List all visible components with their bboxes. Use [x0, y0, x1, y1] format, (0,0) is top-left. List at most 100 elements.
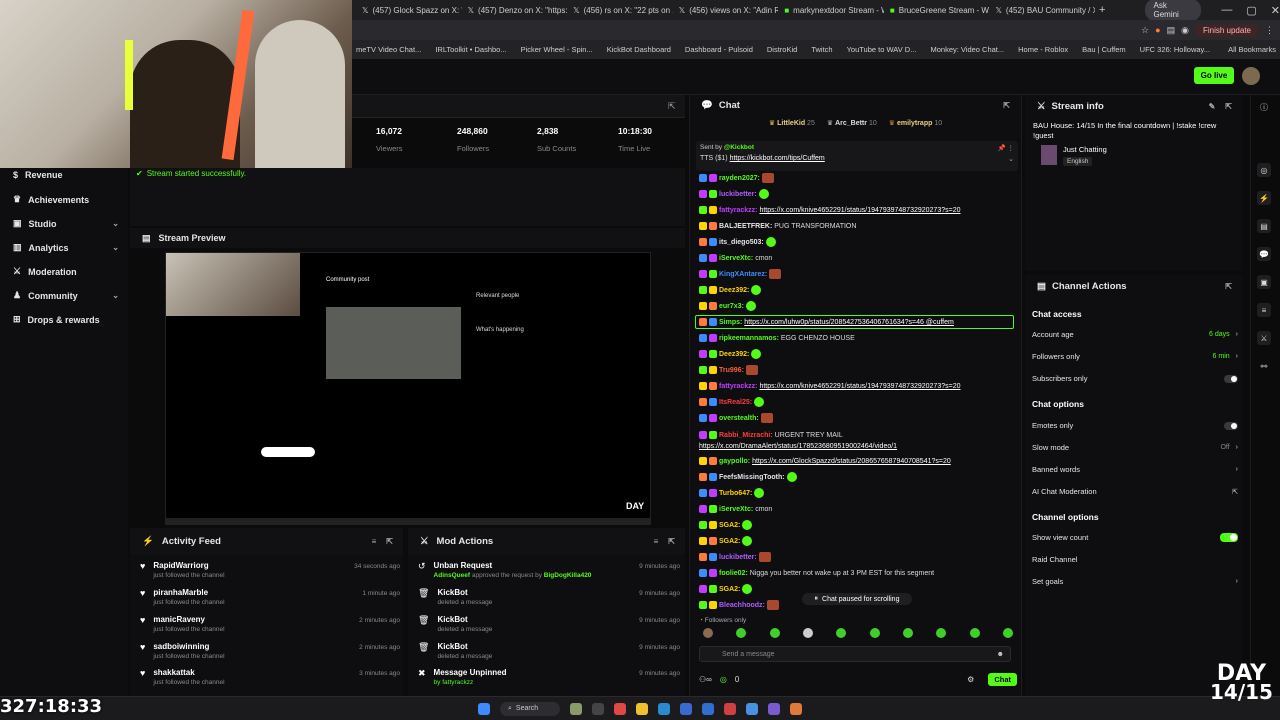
windows-start-icon[interactable] [478, 702, 490, 715]
info-icon[interactable]: ⓘ [1257, 100, 1271, 114]
browser-tab[interactable]: 𝕏(457) Denzo on X: "https://✕ [462, 1, 568, 19]
avatar[interactable] [1242, 67, 1260, 85]
chat-send-button[interactable]: Chat [988, 672, 1017, 686]
chat-message[interactable]: ItsReal25: [699, 397, 1017, 409]
chat-link[interactable]: https://x.com/DramaAlert/status/17852368… [699, 443, 897, 450]
close-window-icon[interactable]: ✕ [1271, 4, 1280, 17]
pin-icon[interactable]: 📌 ⋮ [998, 144, 1014, 152]
edge-icon[interactable] [658, 702, 670, 715]
chat-message[interactable]: SGA2: [699, 520, 1017, 532]
app-icon[interactable] [680, 702, 692, 715]
chat-username[interactable]: fattyrackzz: [719, 383, 758, 390]
chat-message[interactable]: Deez392: [699, 285, 1017, 297]
sidebar-item-community[interactable]: ♟ Community ⌄ [13, 290, 119, 301]
emote-button[interactable] [869, 628, 880, 638]
chat-link[interactable]: https://x.com/luhw0p/status/208542753640… [744, 319, 954, 326]
popout-icon[interactable]: ⇱ [386, 537, 393, 546]
chat-message[interactable]: rayden2027: [699, 173, 1017, 185]
points-icon[interactable]: ◎ [720, 675, 727, 684]
settings-icon[interactable]: ▣ [1257, 275, 1271, 289]
chat-message[interactable]: BALJEETFREK: PUG TRANSFORMATION [699, 221, 1017, 233]
pinned-message[interactable]: Sent by @Kickbot 📌 ⋮ TTS ($1) https://kic… [696, 141, 1018, 171]
chat-username[interactable]: overstealth: [719, 415, 759, 422]
chat-username[interactable]: rayden2027: [719, 175, 760, 182]
chat-link[interactable]: https://x.com/GlockSpazzd/status/2086576… [752, 458, 951, 465]
folder-icon[interactable] [636, 702, 648, 715]
chat-message[interactable]: iServeXtc: cmon [699, 504, 1017, 516]
app-icon[interactable] [570, 702, 582, 715]
chat-username[interactable]: eur7x3: [719, 303, 744, 310]
chat-username[interactable]: Simps: [719, 319, 742, 326]
bookmark-item[interactable]: Monkey: Video Chat... [930, 45, 1004, 54]
all-bookmarks-button[interactable]: All Bookmarks [1228, 45, 1276, 54]
chat-message[interactable]: Tru996: [699, 365, 1017, 377]
extensions-icon[interactable]: ▤ [1167, 25, 1176, 36]
sword-icon[interactable]: ⚔ [1257, 331, 1271, 345]
bookmark-item[interactable]: Dashboard - Pulsoid [685, 45, 753, 54]
minimize-icon[interactable]: — [1221, 4, 1232, 16]
chat-message[interactable]: KingXAntarez: [699, 269, 1017, 281]
chat-username[interactable]: ripkeemannamos: [719, 335, 779, 342]
chat-username[interactable]: Deez392: [719, 351, 749, 358]
chat-username[interactable]: its_diego503: [719, 239, 764, 246]
edit-icon[interactable]: ✎ [1209, 102, 1216, 111]
popout-icon[interactable]: ⇱ [1225, 102, 1232, 111]
sidebar-item-studio[interactable]: ▣ Studio ⌄ [13, 218, 119, 229]
bookmark-item[interactable]: Bau | Cuffem [1082, 45, 1126, 54]
chat-message[interactable]: gaypollo: https://x.com/GlockSpazzd/stat… [699, 456, 1017, 468]
chat-username[interactable]: SGA2: [719, 586, 740, 593]
filter-icon[interactable]: ≡ [372, 537, 377, 546]
bookmark-item[interactable]: meTV Video Chat... [356, 45, 421, 54]
chat-message[interactable]: Deez392: [699, 349, 1017, 361]
gifter-item[interactable]: ♛ Arc_Bettr 10 [827, 119, 877, 127]
chat-message[interactable]: iServeXtc: cmon [699, 253, 1017, 265]
chat-username[interactable]: luckibetter: [719, 191, 757, 198]
chat-message[interactable]: SGA2: [699, 536, 1017, 548]
chat-message[interactable]: luckibetter: [699, 189, 1017, 201]
chat-username[interactable]: Rabbi_Mizrachi: [719, 432, 773, 439]
bookmark-item[interactable]: UFC 326: Holloway... [1140, 45, 1210, 54]
menu-icon[interactable]: ⋮ [1265, 25, 1274, 36]
bookmark-item[interactable]: Picker Wheel - Spin... [521, 45, 593, 54]
bookmark-item[interactable]: Twitch [811, 45, 832, 54]
ask-gemini-button[interactable]: Ask Gemini [1145, 0, 1202, 21]
bookmark-item[interactable]: Home - Roblox [1018, 45, 1068, 54]
chat-username[interactable]: iServeXtc: [719, 506, 753, 513]
chat-username[interactable]: Bleachhoodz: [719, 602, 765, 609]
app-icon[interactable] [592, 702, 604, 715]
extension-icon[interactable]: ● [1155, 25, 1160, 35]
raid-channel-row[interactable]: Raid Channel [1032, 555, 1238, 564]
chat-username[interactable]: fattyrackzz: [719, 207, 758, 214]
popout-icon[interactable]: ⇱ [668, 537, 675, 546]
browser-tab[interactable]: ■markynextdoor Stream - W✕ [778, 1, 884, 19]
browser-tab[interactable]: ■BruceGreene Stream - Wa✕ [884, 1, 990, 19]
chat-icon[interactable]: 💬 [1257, 247, 1271, 261]
chat-username[interactable]: KingXAntarez: [719, 271, 767, 278]
emotes-only-toggle[interactable] [1224, 421, 1238, 430]
chat-username[interactable]: iServeXtc: [719, 255, 753, 262]
bookmark-item[interactable]: KickBot Dashboard [607, 45, 671, 54]
show-view-count-toggle[interactable] [1220, 533, 1238, 542]
chat-message[interactable]: Simps: https://x.com/luhw0p/status/20854… [699, 317, 1017, 329]
emote-button[interactable] [736, 628, 747, 638]
emote-button[interactable] [1002, 628, 1013, 638]
emoji-icon[interactable]: ☻ [997, 651, 1004, 658]
chat-message[interactable]: fattyrackzz: https://x.com/knive4652291/… [699, 205, 1017, 217]
emote-button[interactable] [836, 628, 847, 638]
app-icon[interactable] [790, 702, 802, 715]
popout-icon[interactable]: ⇱ [1225, 282, 1232, 291]
chat-message[interactable]: foolie02: Nigga you better not wake up a… [699, 568, 1017, 580]
chevron-down-icon[interactable]: ⌄ [1008, 155, 1014, 163]
emote-button[interactable] [769, 628, 780, 638]
popout-icon[interactable]: ⇱ [668, 101, 676, 112]
chat-username[interactable]: gaypollo: [719, 458, 750, 465]
chat-message[interactable]: FeefsMissingTooth: [699, 472, 1017, 484]
document-icon[interactable]: ▤ [1257, 219, 1271, 233]
filter-icon[interactable]: ≡ [654, 537, 659, 546]
chat-message[interactable]: Turbo647: [699, 488, 1017, 500]
new-tab-icon[interactable]: + [1099, 4, 1105, 16]
account-age-row[interactable]: Account age 6 days › [1032, 330, 1238, 339]
gifter-item[interactable]: ♛ emilytrapp 10 [889, 119, 942, 127]
profile-icon[interactable]: ◉ [1181, 25, 1189, 36]
chat-username[interactable]: SGA2: [719, 538, 740, 545]
